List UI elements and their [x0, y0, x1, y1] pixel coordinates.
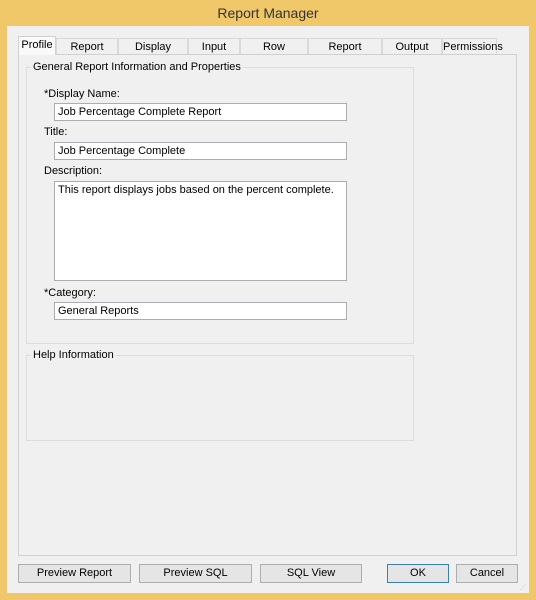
window-title: Report Manager [217, 5, 319, 21]
description-label: Description: [44, 165, 103, 177]
tab-display-names[interactable]: Display Names [118, 38, 188, 69]
tab-input-filter[interactable]: Input Filter [188, 38, 240, 69]
help-info-group: Help Information [26, 349, 414, 441]
general-info-group-title: General Report Information and Propertie… [31, 61, 243, 73]
tab-report-fields[interactable]: Report Fields [56, 38, 118, 69]
preview-report-button[interactable]: Preview Report [18, 564, 131, 583]
tab-report-sections[interactable]: Report Sections [308, 38, 382, 69]
tab-profile[interactable]: Profile [18, 36, 56, 55]
category-input[interactable]: General Reports [54, 302, 347, 320]
tab-row-summary[interactable]: Row Summary [240, 38, 308, 69]
title-label: Title: [44, 126, 68, 138]
resize-grip-icon[interactable]: ⋰ [520, 584, 526, 591]
category-label: *Category: [44, 287, 96, 299]
display-name-label: *Display Name: [44, 88, 120, 100]
display-name-input[interactable]: Job Percentage Complete Report [54, 103, 347, 121]
cancel-button[interactable]: Cancel [456, 564, 518, 583]
description-textarea[interactable]: This report displays jobs based on the p… [54, 181, 347, 281]
sql-view-button[interactable]: SQL View [260, 564, 362, 583]
ok-button[interactable]: OK [387, 564, 449, 583]
tab-permissions[interactable]: Permissions [442, 38, 503, 54]
tab-output-style[interactable]: Output Style [382, 38, 442, 69]
title-input[interactable]: Job Percentage Complete [54, 142, 347, 160]
help-info-group-title: Help Information [31, 349, 116, 361]
preview-sql-button[interactable]: Preview SQL [139, 564, 252, 583]
